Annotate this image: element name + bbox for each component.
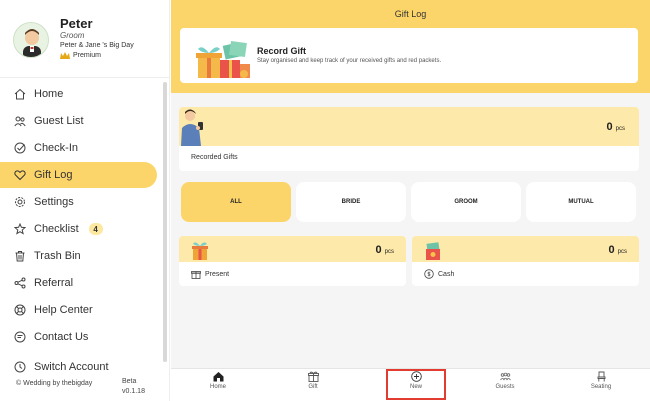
copyright: © Wedding by thebigday — [16, 380, 93, 387]
present-unit: pcs — [384, 249, 394, 255]
guests-icon — [499, 372, 511, 381]
sidebar-item-gift-log[interactable]: Gift Log — [0, 162, 157, 188]
profile-role: Groom — [60, 31, 85, 40]
gear-icon — [15, 197, 25, 207]
home-icon — [14, 88, 26, 100]
bottom-nav-seating[interactable]: Seating — [571, 371, 631, 401]
present-banner — [179, 236, 406, 262]
sidebar-item-settings[interactable]: Settings — [6, 189, 156, 215]
sidebar-item-label: Check-In — [34, 142, 79, 154]
profile-name: Peter — [60, 16, 93, 31]
avatar — [13, 22, 49, 58]
tab-all[interactable]: ALL — [181, 182, 291, 222]
record-gift-description: Stay organised and keep track of your re… — [257, 58, 442, 64]
sidebar-item-label: Home — [34, 88, 64, 100]
recorded-gifts-count: 0 pcs — [607, 121, 625, 133]
sidebar-item-label: Gift Log — [34, 169, 73, 181]
sidebar-item-contact-us[interactable]: Contact Us — [6, 324, 156, 350]
sidebar-item-referral[interactable]: Referral — [6, 270, 156, 296]
sidebar-item-label: Guest List — [34, 115, 84, 127]
sidebar-item-label: Switch Account — [34, 361, 109, 373]
recorded-gifts-label: Recorded Gifts — [191, 154, 238, 161]
plus-circle-icon — [410, 371, 422, 382]
record-gift-title: Record Gift — [257, 46, 307, 56]
tab-bride[interactable]: BRIDE — [296, 182, 406, 222]
sidebar-item-label: Contact Us — [34, 331, 89, 343]
present-card[interactable]: 0 pcs Present — [179, 236, 406, 286]
cash-count: 0 pcs — [609, 244, 627, 256]
record-gift-card[interactable]: Record Gift Stay organised and keep trac… — [180, 28, 638, 83]
cash-unit: pcs — [617, 249, 627, 255]
gift-icon — [191, 271, 201, 279]
sidebar-item-label: Help Center — [34, 304, 93, 316]
page-title: Gift Log — [394, 9, 427, 19]
cash-banner — [412, 236, 639, 262]
check-circle-icon — [14, 142, 26, 154]
profile-event: Peter & Jane 's Big Day — [60, 42, 134, 49]
present-count: 0 pcs — [376, 244, 394, 256]
filter-tabs: ALL BRIDE GROOM MUTUAL — [181, 182, 639, 222]
person-with-phone-illustration — [181, 109, 203, 146]
sidebar-item-check-in[interactable]: Check-In — [6, 135, 156, 161]
sidebar-item-label: Referral — [34, 277, 74, 289]
sidebar-item-label: Settings — [34, 196, 74, 208]
sidebar-item-help-center[interactable]: Help Center — [6, 297, 156, 323]
sidebar-scrollbar[interactable] — [163, 82, 167, 362]
tier-label: Premium — [73, 52, 102, 59]
share-icon — [14, 277, 26, 289]
profile-card[interactable]: Peter Groom Peter & Jane 's Big Day Prem… — [0, 0, 170, 78]
version-info: Beta v0.1.18 — [122, 377, 145, 397]
checklist-count-badge: 4 — [88, 223, 103, 235]
cash-label: Cash — [438, 271, 455, 278]
sidebar-item-label: Checklist — [34, 223, 79, 235]
beta-label: Beta — [122, 378, 137, 385]
sidebar-item-guest-list[interactable]: Guest List — [6, 108, 156, 134]
help-icon — [14, 304, 26, 316]
recorded-gifts-value: 0 — [606, 121, 613, 133]
star-icon — [14, 223, 26, 235]
present-label: Present — [205, 271, 230, 278]
sidebar-item-trash-bin[interactable]: Trash Bin — [6, 243, 156, 269]
cash-value: 0 — [608, 244, 615, 256]
recorded-gifts-unit: pcs — [615, 126, 625, 132]
bottom-nav-home[interactable]: Home — [188, 371, 248, 401]
recorded-gifts-banner — [179, 107, 639, 146]
recorded-gifts-card[interactable]: 0 pcs Recorded Gifts — [179, 107, 639, 171]
bottom-nav-guests[interactable]: Guests — [475, 371, 535, 401]
tab-mutual[interactable]: MUTUAL — [526, 182, 636, 222]
trash-icon — [15, 251, 25, 262]
sidebar-item-label: Trash Bin — [34, 250, 81, 262]
contact-icon — [14, 331, 26, 343]
present-value: 0 — [375, 244, 382, 256]
bottom-nav-label: Seating — [590, 384, 612, 390]
sidebar: Peter Groom Peter & Jane 's Big Day Prem… — [0, 0, 170, 401]
coin-icon — [424, 269, 434, 279]
sidebar-item-checklist[interactable]: Checklist 4 — [6, 216, 156, 242]
gift-icon — [307, 371, 319, 382]
chair-icon — [597, 371, 605, 382]
crown-icon — [60, 52, 70, 59]
bottom-nav-gift[interactable]: Gift — [283, 371, 343, 401]
main-content: Gift Log Record Gift Stay organised and … — [171, 0, 650, 368]
cash-card[interactable]: 0 pcs Cash — [412, 236, 639, 286]
present-box-illustration — [192, 242, 208, 260]
profile-tier: Premium — [60, 52, 101, 59]
people-icon — [14, 116, 26, 127]
sidebar-item-home[interactable]: Home — [6, 81, 156, 107]
bottom-nav-label: Gift — [308, 384, 318, 390]
version-label: v0.1.18 — [122, 388, 145, 395]
bottom-nav-new[interactable]: New — [386, 369, 446, 400]
gift-stack-illustration — [196, 40, 250, 78]
switch-icon — [14, 361, 26, 373]
bottom-nav-label: Guests — [495, 384, 515, 390]
home-icon — [213, 372, 223, 382]
page-title-bar: Gift Log — [171, 0, 650, 28]
bottom-nav-label: Home — [209, 384, 226, 390]
heart-icon — [14, 170, 26, 181]
tab-groom[interactable]: GROOM — [411, 182, 521, 222]
bottom-nav-label: New — [409, 384, 422, 390]
cash-stack-illustration — [426, 242, 440, 260]
bottom-nav: Home Gift New Guests Seating — [171, 368, 650, 401]
